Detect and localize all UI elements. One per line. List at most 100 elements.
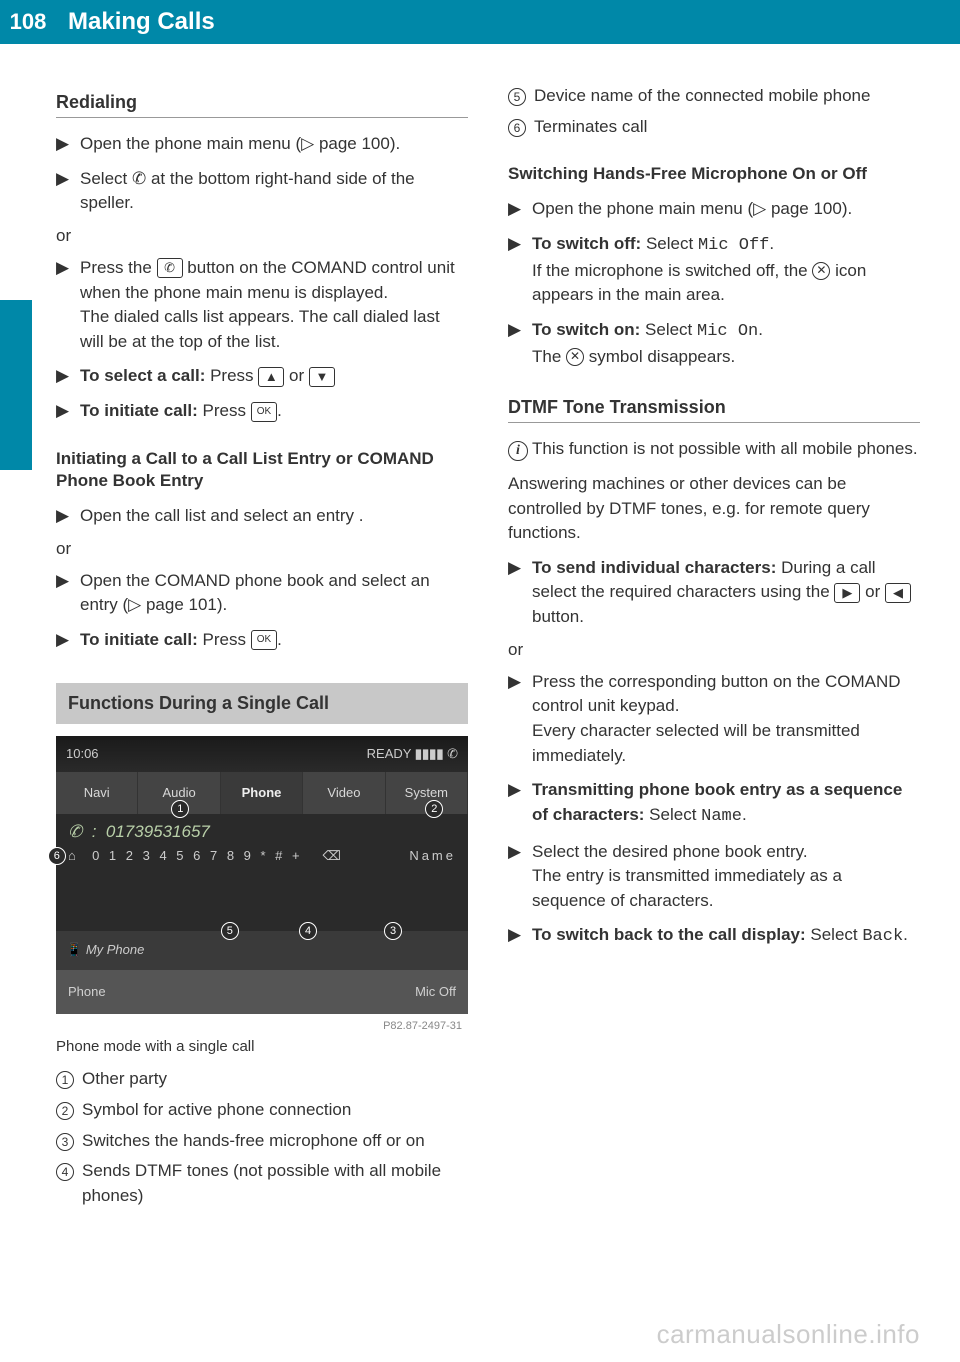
info-icon: i	[508, 441, 528, 461]
or-separator: or	[508, 640, 920, 660]
legend-item: 5 Device name of the connected mobile ph…	[508, 84, 920, 109]
left-column: Redialing ▶ Open the phone main menu (▷ …	[56, 84, 468, 1214]
page-number: 108	[0, 0, 56, 44]
fig-time: 10:06	[66, 746, 99, 761]
step-marker: ▶	[508, 670, 532, 769]
fig-tab-navi: Navi	[56, 772, 138, 814]
ok-button-icon: OK	[251, 630, 277, 650]
legend-text: Device name of the connected mobile phon…	[534, 84, 870, 109]
legend-num: 3	[56, 1133, 74, 1151]
step-text: Transmitting phone book entry as a seque…	[532, 778, 920, 829]
legend-num: 2	[56, 1102, 74, 1120]
step: ▶ To switch on: Select Mic On. The ✕ sym…	[508, 318, 920, 369]
left-button-icon: ◀	[885, 583, 911, 603]
callout-1: 1	[171, 800, 189, 818]
legend-num: 5	[508, 88, 526, 106]
step: ▶ Press the ✆ button on the COMAND contr…	[56, 256, 468, 355]
step-marker: ▶	[56, 504, 80, 529]
legend-item: 4 Sends DTMF tones (not possible with al…	[56, 1159, 468, 1208]
call-button-icon: ✆	[157, 258, 183, 278]
step-marker: ▶	[56, 256, 80, 355]
mic-off-icon: ✕	[566, 348, 584, 366]
phone-handset-icon: ✆	[132, 169, 146, 188]
figure-code: P82.87-2497-31	[383, 1020, 462, 1032]
step-text: Open the phone main menu (▷ page 100).	[532, 197, 920, 222]
step-marker: ▶	[56, 132, 80, 157]
ok-button-icon: OK	[251, 402, 277, 422]
fig-tab-video: Video	[303, 772, 385, 814]
step-text: Press the ✆ button on the COMAND control…	[80, 256, 468, 355]
right-button-icon: ▶	[834, 583, 860, 603]
step-text: Select ✆ at the bottom right-hand side o…	[80, 167, 468, 216]
step-text: Open the call list and select an entry .	[80, 504, 468, 529]
step-text: To initiate call: Press OK.	[80, 399, 468, 424]
step: ▶ Transmitting phone book entry as a seq…	[508, 778, 920, 829]
step: ▶ Open the COMAND phone book and select …	[56, 569, 468, 618]
legend-text: Symbol for active phone connection	[82, 1098, 351, 1123]
figure-wrap: 10:06 READY ▮▮▮▮ ✆ Navi Audio Phone Vide…	[56, 736, 468, 1015]
step: ▶ Select ✆ at the bottom right-hand side…	[56, 167, 468, 216]
step: ▶ Open the phone main menu (▷ page 100).	[56, 132, 468, 157]
legend-text: Other party	[82, 1067, 167, 1092]
legend-item: 2 Symbol for active phone connection	[56, 1098, 468, 1123]
step-text: To initiate call: Press OK.	[80, 628, 468, 653]
step-text: To switch on: Select Mic On. The ✕ symbo…	[532, 318, 920, 369]
legend-text: Terminates call	[534, 115, 647, 140]
initcall-heading: Initiating a Call to a Call List Entry o…	[56, 448, 468, 492]
fig-tab-phone: Phone	[221, 772, 303, 814]
step: ▶ To initiate call: Press OK.	[56, 628, 468, 653]
fig-phone-label: Phone	[68, 984, 106, 999]
comand-figure: 10:06 READY ▮▮▮▮ ✆ Navi Audio Phone Vide…	[56, 736, 468, 1015]
fig-micoff-label: Mic Off	[415, 984, 456, 999]
step-text: Select the desired phone book entry. The…	[532, 840, 920, 914]
step: ▶ To select a call: Press ▲ or ▼	[56, 364, 468, 389]
legend-num: 4	[56, 1163, 74, 1181]
step-marker: ▶	[56, 569, 80, 618]
step: ▶ To send individual characters: During …	[508, 556, 920, 630]
step-text: Open the phone main menu (▷ page 100).	[80, 132, 468, 157]
dtmf-heading: DTMF Tone Transmission	[508, 397, 920, 423]
content-columns: Redialing ▶ Open the phone main menu (▷ …	[0, 44, 960, 1214]
fig-myphone: 📱 My Phone	[66, 942, 144, 958]
step-text: Open the COMAND phone book and select an…	[80, 569, 468, 618]
step: ▶ To switch off: Select Mic Off. If the …	[508, 232, 920, 308]
step-marker: ▶	[508, 556, 532, 630]
step: ▶ Select the desired phone book entry. T…	[508, 840, 920, 914]
up-button-icon: ▲	[258, 367, 284, 387]
step: ▶ To initiate call: Press OK.	[56, 399, 468, 424]
step-marker: ▶	[508, 923, 532, 950]
side-tab-label: Telephone	[6, 361, 29, 460]
fig-number: ✆ : 01739531657	[68, 822, 456, 842]
mic-off-icon: ✕	[812, 262, 830, 280]
step-marker: ▶	[508, 197, 532, 222]
callout-6: 6	[48, 847, 66, 865]
page-header: 108 Making Calls	[0, 0, 960, 44]
callout-5: 5	[221, 922, 239, 940]
legend-item: 6 Terminates call	[508, 115, 920, 140]
figure-caption: Phone mode with a single call	[56, 1038, 468, 1055]
info-note: i This function is not possible with all…	[508, 437, 920, 462]
legend-num: 6	[508, 119, 526, 137]
step-text: To switch off: Select Mic Off. If the mi…	[532, 232, 920, 308]
fig-dtmf-row: ⌂ 0 1 2 3 4 5 6 7 8 9 * # + ⌫ Name	[68, 848, 456, 864]
step-marker: ▶	[508, 232, 532, 308]
callout-2: 2	[425, 800, 443, 818]
legend-item: 1 Other party	[56, 1067, 468, 1092]
info-text: This function is not possible with all m…	[532, 437, 920, 462]
step-marker: ▶	[56, 628, 80, 653]
fig-ready: READY ▮▮▮▮ ✆	[367, 746, 458, 762]
step-marker: ▶	[508, 318, 532, 369]
legend-text: Switches the hands-free microphone off o…	[82, 1129, 425, 1154]
legend-num: 1	[56, 1071, 74, 1089]
right-column: 5 Device name of the connected mobile ph…	[508, 84, 920, 1214]
step: ▶ To switch back to the call display: Se…	[508, 923, 920, 950]
step-marker: ▶	[56, 364, 80, 389]
or-separator: or	[56, 539, 468, 559]
step-text: To select a call: Press ▲ or ▼	[80, 364, 468, 389]
watermark: carmanualsonline.info	[657, 1319, 920, 1350]
step: ▶ Open the call list and select an entry…	[56, 504, 468, 529]
step-text: Press the corresponding button on the CO…	[532, 670, 920, 769]
paragraph: Answering machines or other devices can …	[508, 472, 920, 546]
redialing-heading: Redialing	[56, 92, 468, 118]
down-button-icon: ▼	[309, 367, 335, 387]
